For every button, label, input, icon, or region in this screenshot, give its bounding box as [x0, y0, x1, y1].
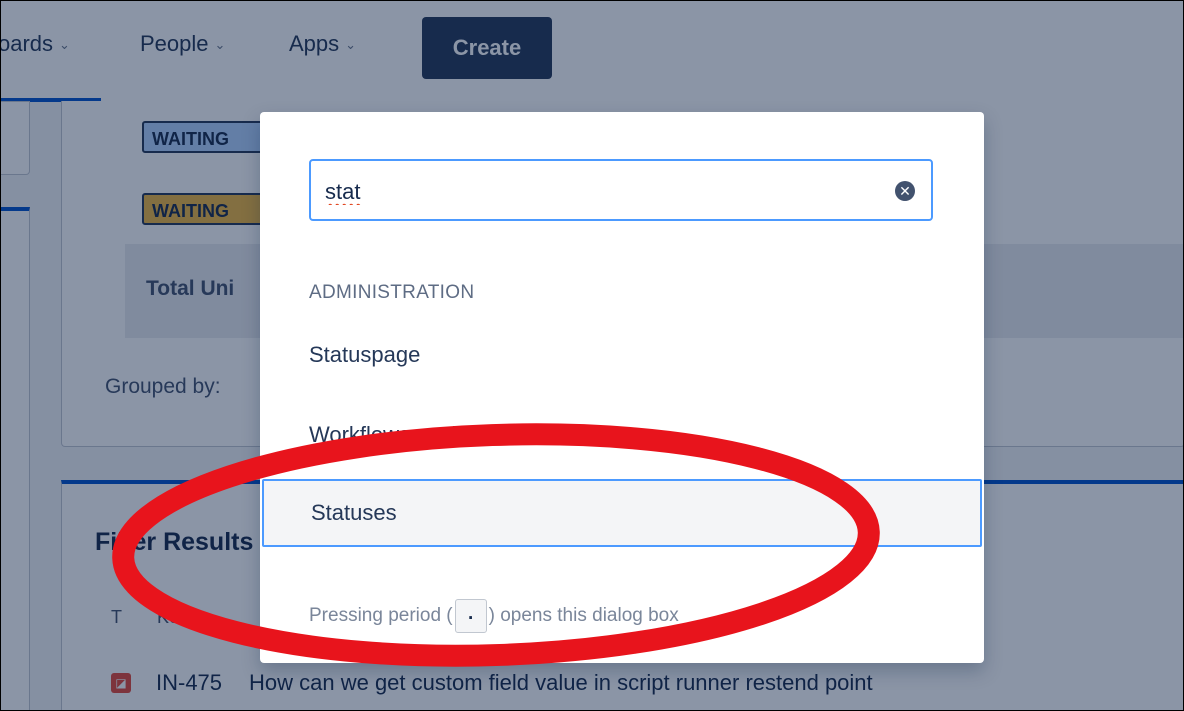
- section-heading-administration: ADMINISTRATION: [309, 282, 475, 303]
- period-key: .: [454, 599, 487, 633]
- hint-suffix: ) opens this dialog box: [488, 605, 679, 627]
- dialog-hint: Pressing period (.) opens this dialog bo…: [309, 599, 679, 633]
- result-item-workflow-statuses[interactable]: Workflows workflow statuses: [309, 422, 590, 448]
- hint-prefix: Pressing period (: [309, 605, 453, 627]
- clear-icon[interactable]: ✕: [895, 181, 915, 201]
- result-item-statuspage[interactable]: Statuspage: [309, 342, 420, 368]
- search-input[interactable]: [323, 173, 867, 211]
- search-box: ✕: [309, 159, 933, 221]
- screenshot-frame: oards ⌄ People ⌄ Apps ⌄ Create WAITING WAIT…: [0, 0, 1184, 711]
- search-dialog: ✕ ADMINISTRATION Statuspage Workflows wo…: [260, 112, 984, 663]
- result-item-label: Statuses: [311, 500, 397, 525]
- result-item-statuses[interactable]: Statuses: [262, 479, 982, 547]
